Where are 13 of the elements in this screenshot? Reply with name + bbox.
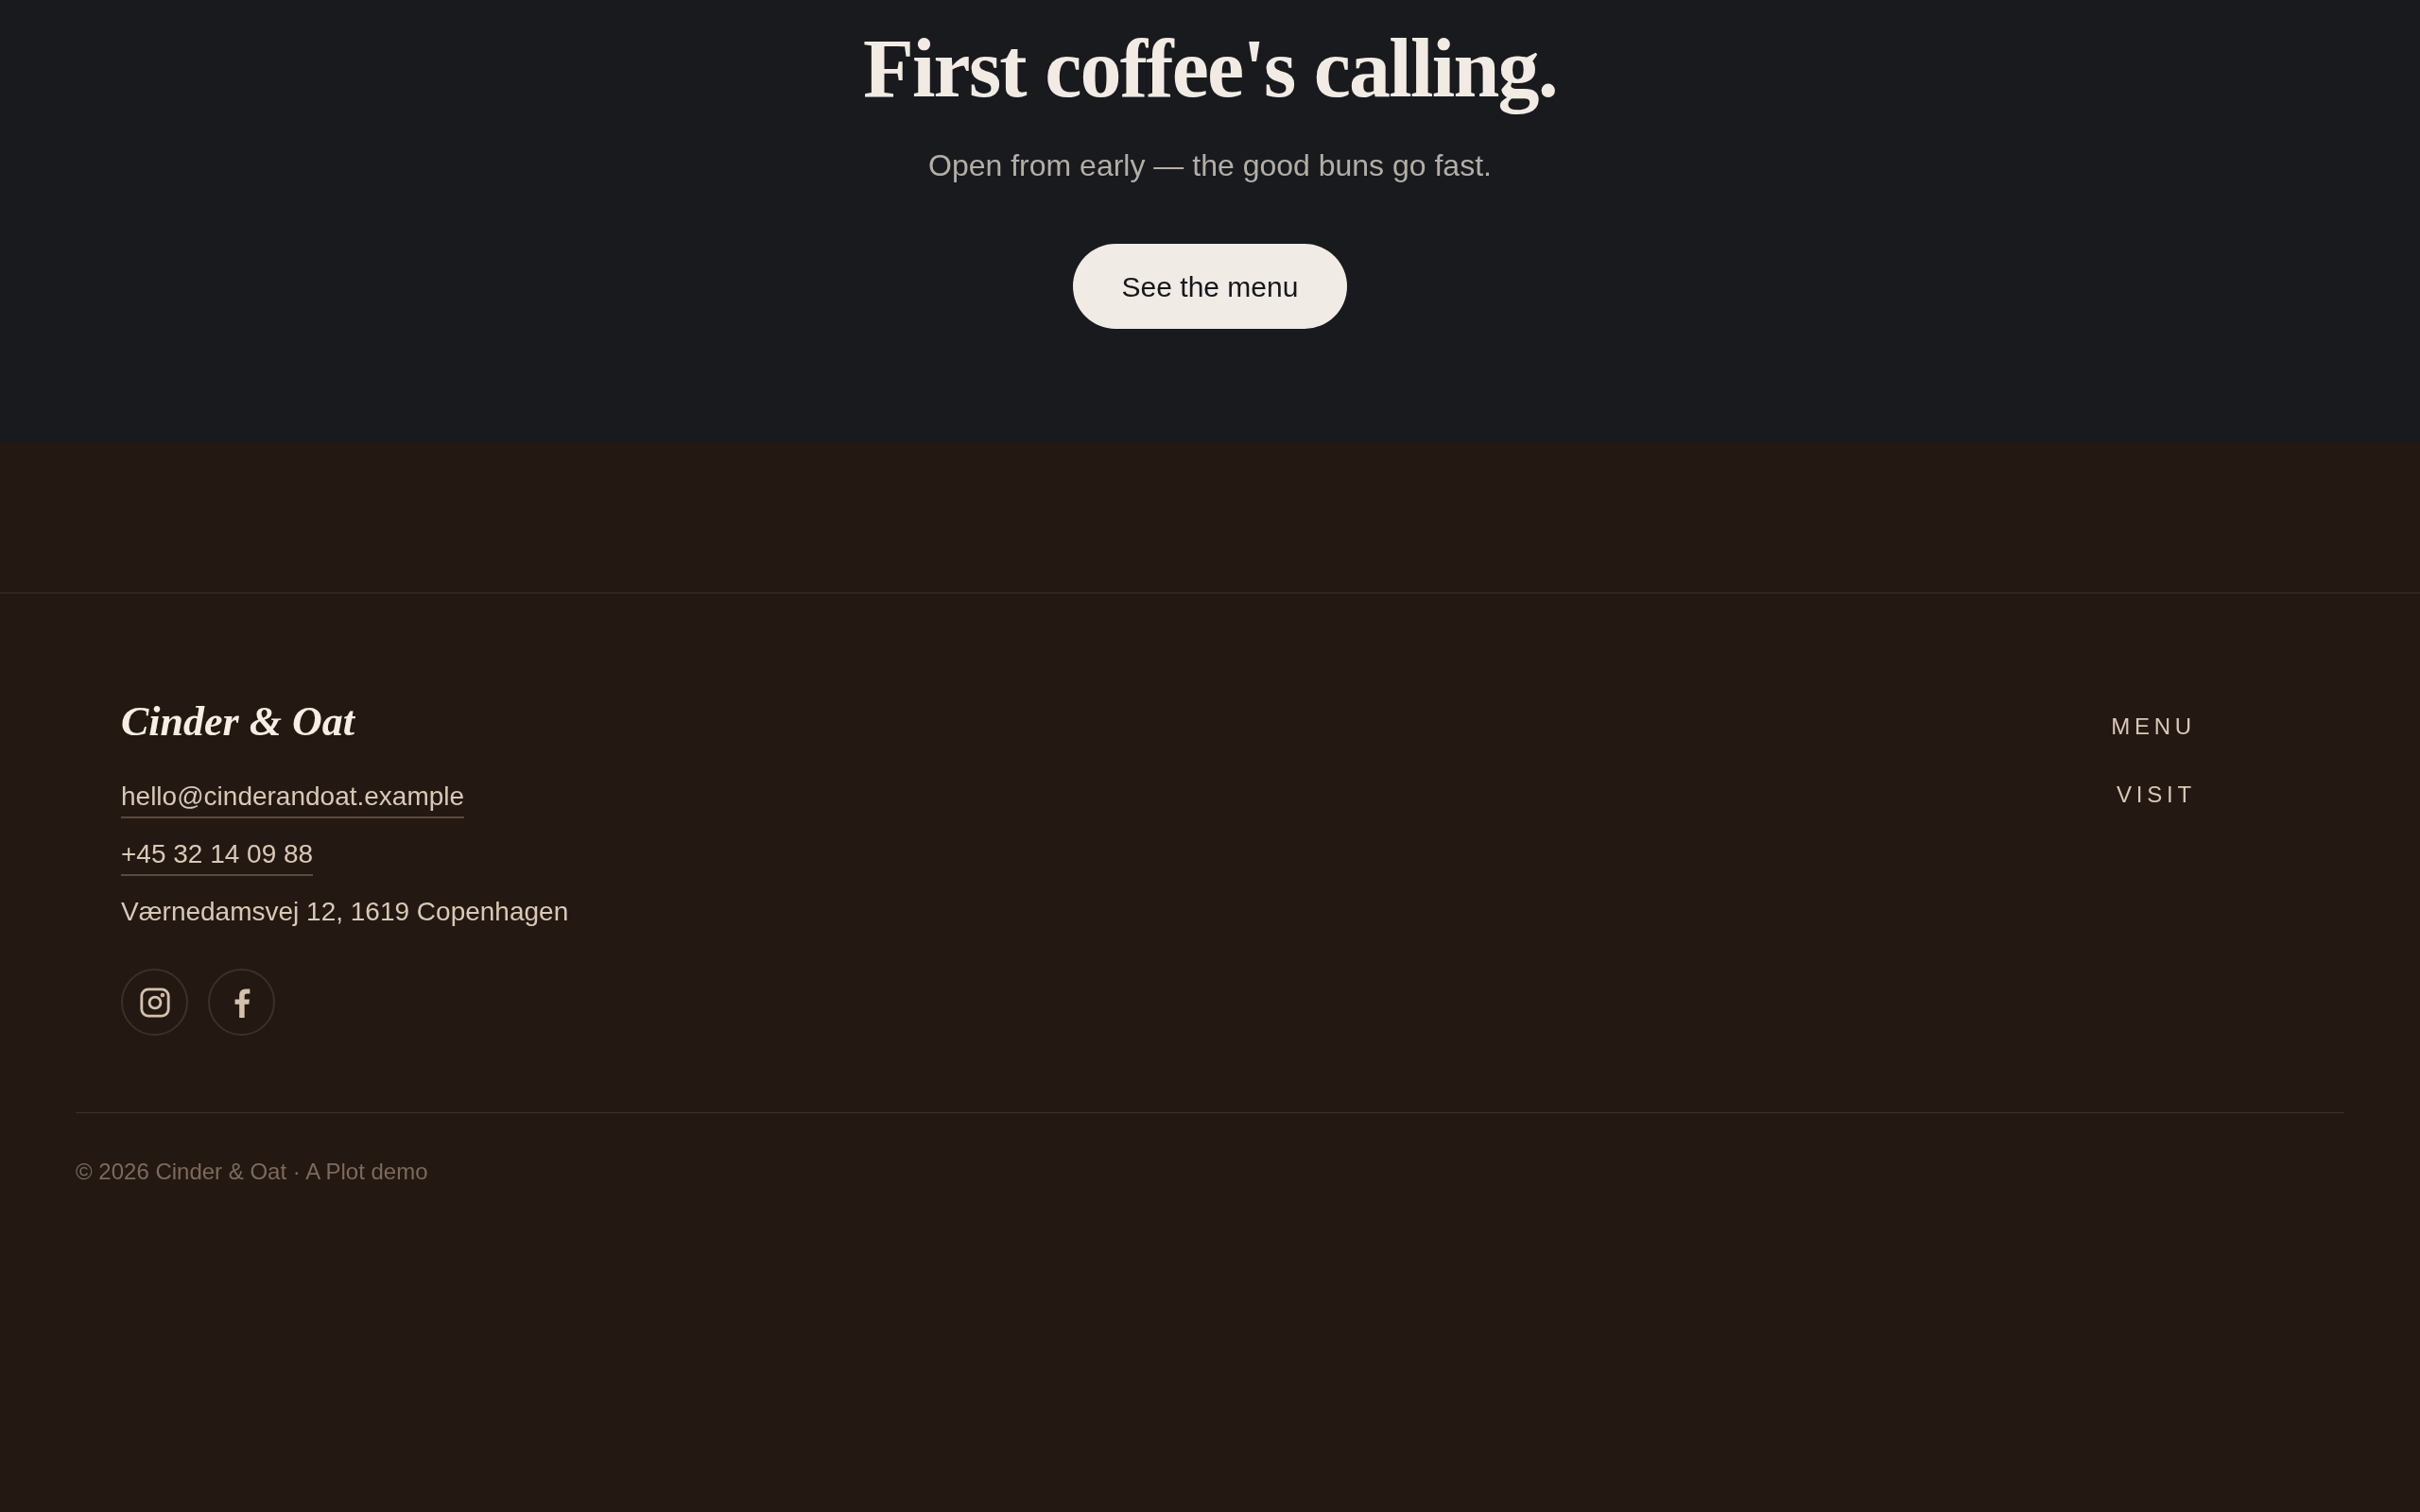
nav-link[interactable]: VISIT xyxy=(2117,778,2196,812)
facebook-icon xyxy=(233,987,251,1018)
address-text: Værnedamsvej 12, 1619 Copenhagen xyxy=(121,896,569,928)
facebook-link[interactable] xyxy=(208,969,275,1036)
instagram-icon xyxy=(138,986,171,1019)
copyright-text: © 2026 Cinder & Oat · A Plot demo xyxy=(76,1158,428,1186)
hero-subtitle: Open from early — the good buns go fast. xyxy=(928,147,1492,184)
contact-link[interactable]: hello@cinderandoat.example xyxy=(121,778,465,818)
instagram-link[interactable] xyxy=(121,969,188,1036)
see-menu-button[interactable]: See the menu xyxy=(1073,244,1347,329)
contact-link[interactable]: +45 32 14 09 88 xyxy=(121,835,314,876)
nav-link[interactable]: MENU xyxy=(2111,710,2196,744)
brand-logo[interactable]: Cinder & Oat xyxy=(121,696,354,747)
